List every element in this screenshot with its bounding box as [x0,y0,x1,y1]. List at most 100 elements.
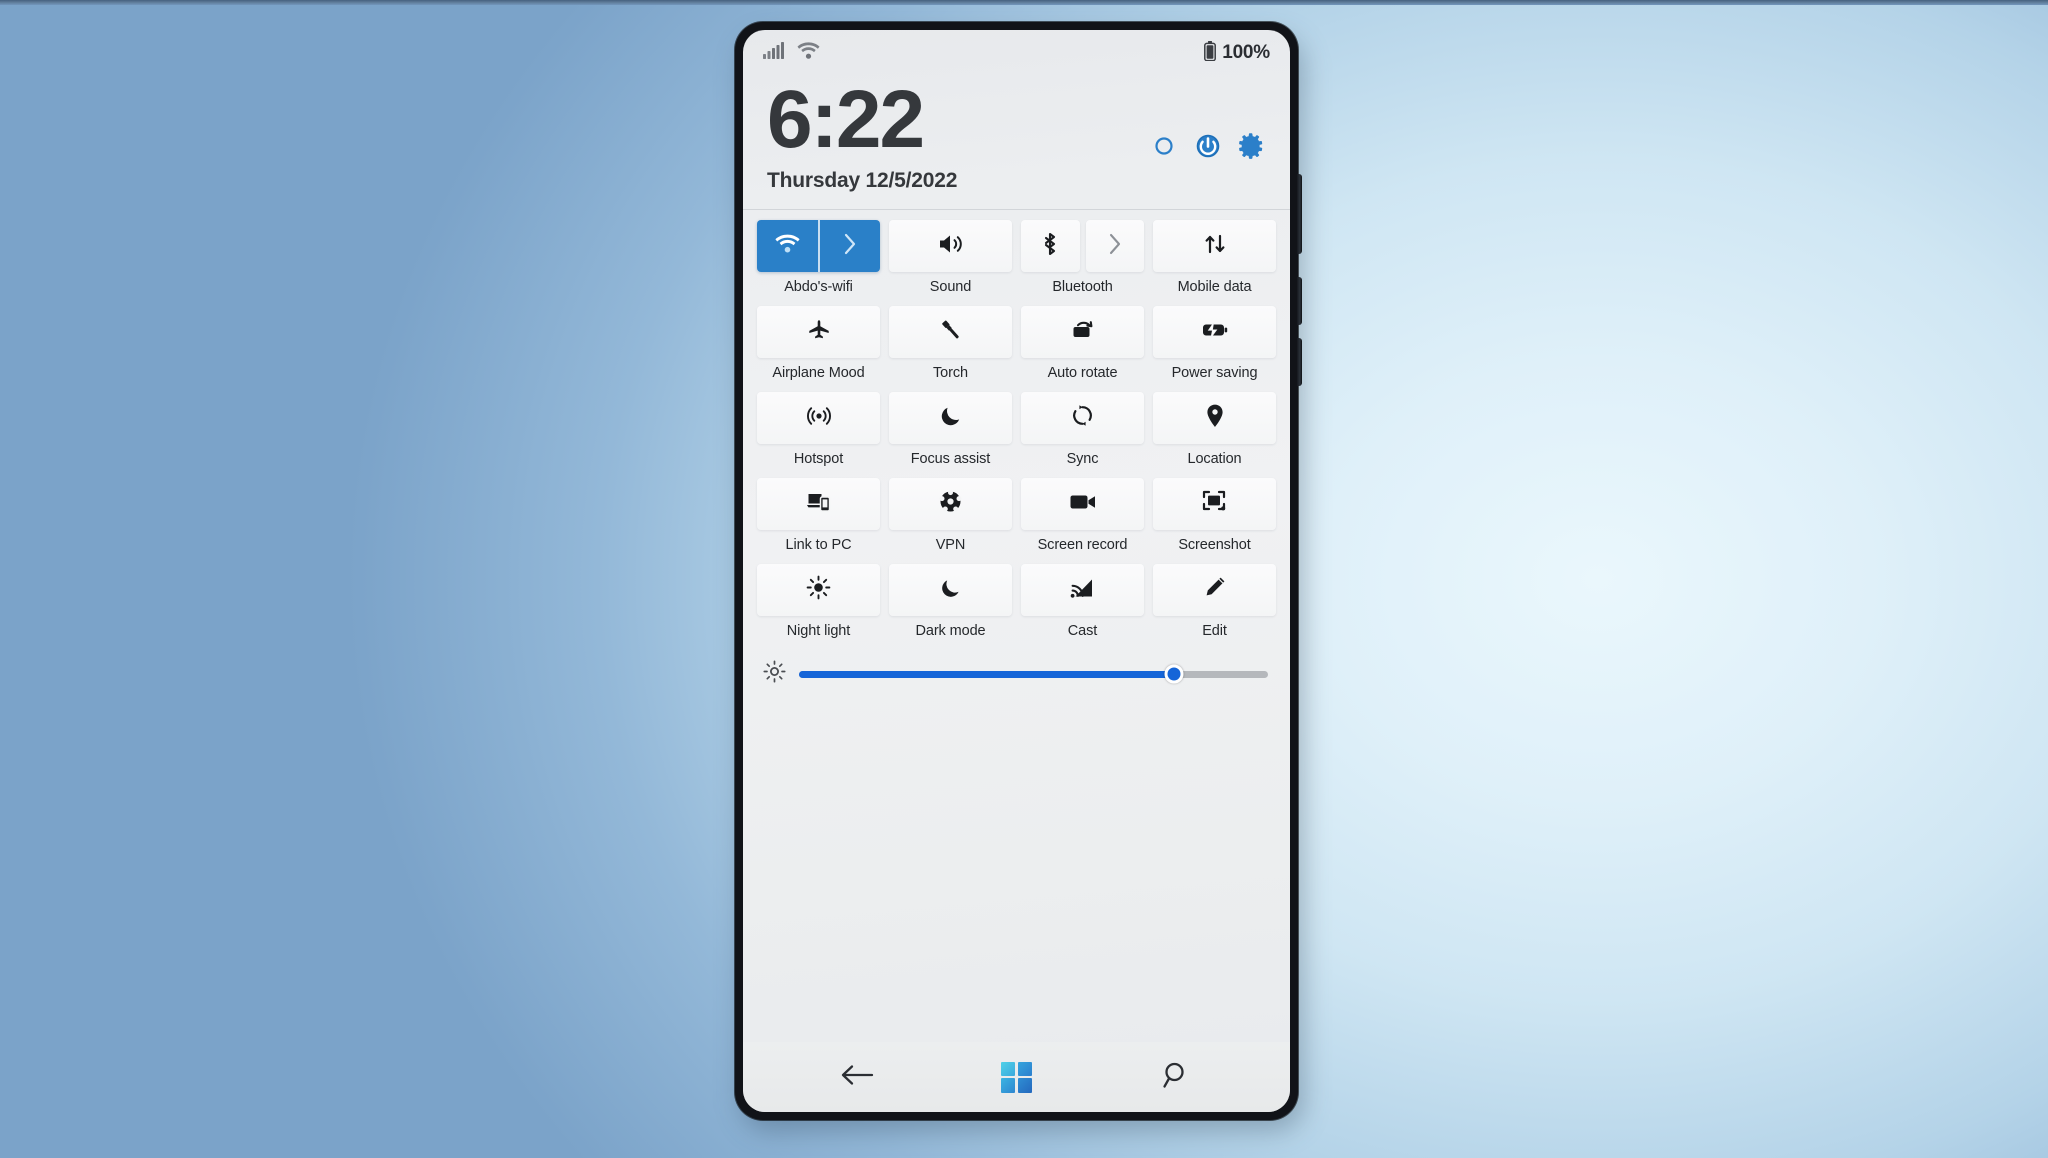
quick-tile-screenshot[interactable] [1153,478,1276,531]
panel-empty-area [743,688,1290,1042]
tile-cell: Screenshot [1153,478,1276,562]
quick-tile-label: Night light [786,623,851,640]
wifi-toggle-half[interactable] [757,220,820,273]
quick-tile-dark-mode[interactable] [889,564,1012,617]
search-icon [1162,1061,1190,1094]
quick-tile-sync[interactable] [1021,392,1144,445]
header-actions [1150,80,1266,160]
quick-tile-night-light[interactable] [757,564,880,617]
data-transfer-icon [1203,232,1227,261]
quick-tile-label: Location [1187,451,1242,468]
tile-cell: Dark mode [889,564,1012,648]
battery-percent-label: 100% [1222,42,1270,63]
windows-logo-icon [1000,1061,1032,1093]
tile-cell: VPN [889,478,1012,562]
quick-tile-label: VPN [935,537,966,554]
tile-cell: Mobile data [1153,220,1276,304]
power-icon[interactable] [1194,132,1222,160]
quick-tile-wifi[interactable] [757,220,881,273]
brightness-icon [763,660,786,688]
quick-tile-screen-record[interactable] [1021,478,1144,531]
quick-tile-label: Torch [933,365,968,382]
wifi-icon [775,234,800,258]
tile-cell: Airplane Mood [757,306,880,390]
back-arrow-icon [840,1063,874,1092]
video-camera-icon [1069,493,1097,516]
location-pin-icon [1205,403,1225,434]
tile-cell: Torch [889,306,1012,390]
clock-block: 6:22 Thursday 12/5/2022 [767,74,958,193]
quick-tile-label: Focus assist [910,451,991,468]
clock-date: Thursday 12/5/2022 [767,169,958,193]
quick-tile-vpn[interactable] [889,478,1012,531]
navigation-bar [743,1042,1290,1112]
quick-tile-label: Mobile data [1177,279,1252,296]
night-light-ring-icon[interactable] [1150,132,1178,160]
quick-settings-grid: Abdo's-wifi Sound Bluetooth Mobile data … [743,210,1290,648]
tile-cell: Link to PC [757,478,880,562]
quick-tile-power-saving[interactable] [1153,306,1276,359]
quick-tile-auto-rotate[interactable] [1021,306,1144,359]
tile-cell: Sync [1021,392,1144,476]
quick-tile-cast[interactable] [1021,564,1144,617]
brightness-slider[interactable] [799,664,1268,684]
battery-full-icon [1204,40,1217,66]
windows-pane [1000,1078,1016,1093]
search-button[interactable] [1148,1054,1204,1100]
quick-tile-label: Sound [929,279,972,296]
link-to-pc-icon [806,490,832,519]
home-button[interactable] [988,1054,1044,1100]
quick-tile-label: Power saving [1171,365,1258,382]
quick-tile-torch[interactable] [889,306,1012,359]
phone-screen: 100% 6:22 Thursday 12/5/2022 Abdo's-wifi… [743,30,1290,1112]
battery-saver-icon [1201,320,1229,345]
quick-tile-label: Sync [1066,451,1099,468]
tile-cell: Focus assist [889,392,1012,476]
phone-bezel: 100% 6:22 Thursday 12/5/2022 Abdo's-wifi… [735,22,1302,1120]
tile-cell: Sound [889,220,1012,304]
wifi-detail-half[interactable] [820,220,881,272]
quick-tile-bluetooth[interactable] [1021,220,1144,273]
tile-cell: Cast [1021,564,1144,648]
quick-tile-sound[interactable] [889,220,1012,273]
speaker-icon [937,233,964,260]
side-button-volume-up[interactable] [1297,174,1302,254]
tile-cell: Location [1153,392,1276,476]
quick-tile-label: Auto rotate [1047,365,1118,382]
airplane-icon [806,317,832,348]
clock-time: 6:22 [767,74,925,165]
quick-tile-label: Screenshot [1178,537,1251,554]
side-button-power[interactable] [1297,338,1302,386]
tile-cell: Auto rotate [1021,306,1144,390]
tile-cell: Night light [757,564,880,648]
quick-tile-edit[interactable] [1153,564,1276,617]
tile-cell: Power saving [1153,306,1276,390]
top-edge-strip [0,0,2048,5]
tile-cell: Hotspot [757,392,880,476]
quick-tile-location[interactable] [1153,392,1276,445]
quick-tile-label: Screen record [1037,537,1128,554]
clock-header: 6:22 Thursday 12/5/2022 [743,74,1290,211]
quick-tile-link-to-pc[interactable] [757,478,880,531]
status-bar-left [763,42,820,64]
windows-pane [1000,1061,1016,1076]
chevron-right-icon [843,233,857,260]
bluetooth-toggle-half[interactable] [1021,220,1080,273]
bluetooth-detail-half[interactable] [1085,220,1144,273]
quick-tile-label: Cast [1067,623,1098,640]
quick-tile-label: Link to PC [785,537,852,554]
pencil-icon [1202,575,1227,605]
quick-tile-label: Airplane Mood [772,365,865,382]
back-button[interactable] [829,1054,885,1100]
quick-tile-label: Abdo's-wifi [784,279,853,296]
quick-tile-label: Bluetooth [1052,279,1113,296]
quick-tile-airplane-mode[interactable] [757,306,880,359]
quick-tile-mobile-data[interactable] [1153,220,1276,273]
gear-icon[interactable] [1238,132,1266,160]
quick-tile-focus-assist[interactable] [889,392,1012,445]
quick-tile-hotspot[interactable] [757,392,880,445]
side-button-volume-down[interactable] [1297,277,1302,325]
flashlight-icon [938,317,964,348]
brightness-slider-thumb[interactable] [1164,664,1184,684]
cast-icon [1070,577,1095,604]
